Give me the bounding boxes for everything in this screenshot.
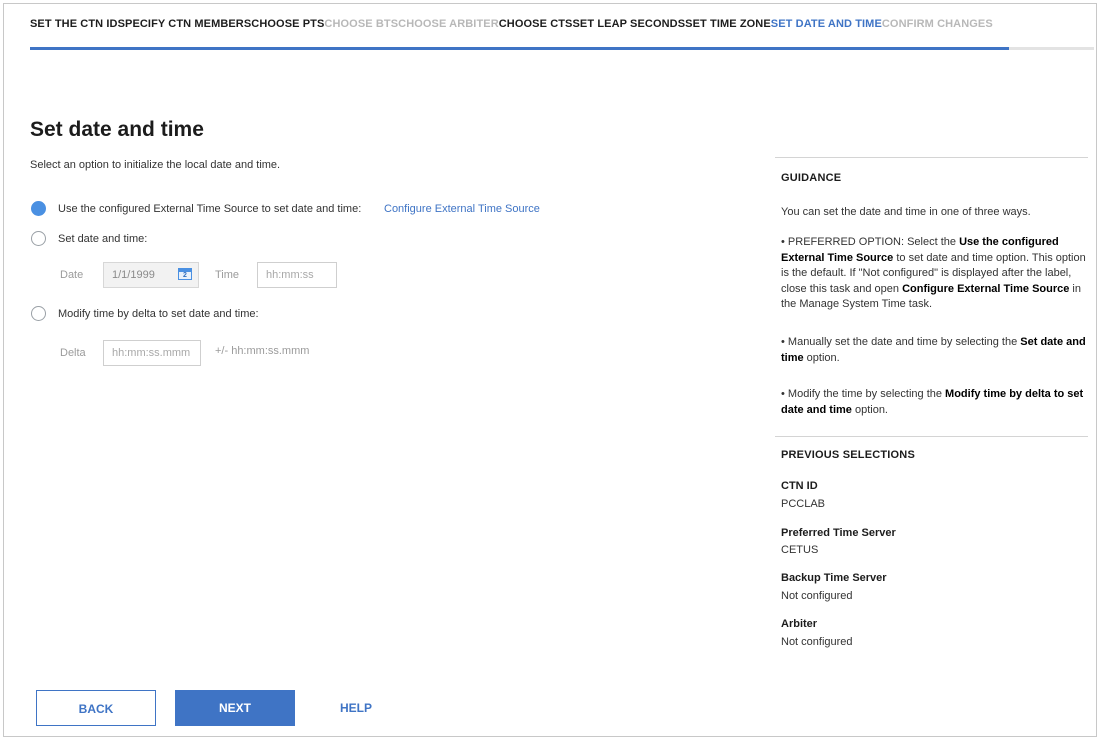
page-title: Set date and time xyxy=(30,118,204,141)
step-confirm-changes: CONFIRM CHANGES xyxy=(881,18,993,30)
back-button[interactable]: BACK xyxy=(36,690,156,726)
calendar-icon-glyph: 2 xyxy=(183,272,187,279)
guidance-p2-a: • Manually set the date and time by sele… xyxy=(781,336,1021,348)
guidance-p3-c: option. xyxy=(851,403,888,416)
radio-modify-time-by-delta[interactable] xyxy=(31,306,46,321)
delta-label: Delta xyxy=(60,347,86,359)
configure-external-time-source-link[interactable]: Configure External Time Source xyxy=(384,203,540,215)
guidance-divider xyxy=(775,157,1088,158)
previous-selections-heading: PREVIOUS SELECTIONS xyxy=(781,449,915,461)
progress-bar-fill xyxy=(30,47,1009,50)
previous-divider xyxy=(775,436,1088,437)
guidance-heading: GUIDANCE xyxy=(781,172,842,184)
guidance-delta-option: • Modify the time by selecting the Modif… xyxy=(781,387,1088,418)
radio-use-external-time-source[interactable] xyxy=(31,201,46,216)
guidance-p3-a: • Modify the time by selecting the xyxy=(781,388,946,400)
guidance-preferred-option: • PREFERRED OPTION: Select the Use the c… xyxy=(781,235,1088,313)
calendar-icon[interactable]: 2 xyxy=(178,268,192,280)
step-choose-cts[interactable]: CHOOSE CTS xyxy=(499,18,573,30)
ctn-id-value: PCCLAB xyxy=(781,498,826,510)
step-choose-pts[interactable]: CHOOSE PTS xyxy=(251,18,324,30)
time-label: Time xyxy=(215,269,240,281)
progress-bar xyxy=(30,47,1094,50)
backup-time-server-value: Not configured xyxy=(781,590,853,602)
guidance-p2-c: option. xyxy=(803,351,840,364)
time-field[interactable] xyxy=(257,262,337,288)
guidance-manual-option: • Manually set the date and time by sele… xyxy=(781,335,1088,366)
option-label-delta: Modify time by delta to set date and tim… xyxy=(58,308,259,320)
preferred-time-server-value: CETUS xyxy=(781,544,819,556)
help-button[interactable]: HELP xyxy=(340,690,410,726)
step-set-time-zone[interactable]: SET TIME ZONE xyxy=(685,18,771,30)
step-specify-ctn-members[interactable]: SPECIFY CTN MEMBERS xyxy=(118,18,252,30)
step-set-date-and-time[interactable]: SET DATE AND TIME xyxy=(771,18,882,30)
intro-text: Select an option to initialize the local… xyxy=(30,159,281,171)
backup-time-server-label: Backup Time Server xyxy=(781,572,887,584)
step-set-leap-seconds[interactable]: SET LEAP SECONDS xyxy=(573,18,686,30)
wizard-steps: SET THE CTN ID SPECIFY CTN MEMBERS CHOOS… xyxy=(30,18,993,30)
ctn-id-label: CTN ID xyxy=(781,480,818,492)
guidance-p1-a: • PREFERRED OPTION: Select the xyxy=(781,236,960,248)
delta-hint: +/- hh:mm:ss.mmm xyxy=(215,345,310,357)
guidance-intro: You can set the date and time in one of … xyxy=(781,206,1031,218)
preferred-time-server-label: Preferred Time Server xyxy=(781,527,896,539)
step-choose-arbiter: CHOOSE ARBITER xyxy=(398,18,499,30)
date-label: Date xyxy=(60,269,84,281)
delta-field[interactable] xyxy=(103,340,201,366)
arbiter-value: Not configured xyxy=(781,636,853,648)
arbiter-label: Arbiter xyxy=(781,618,818,630)
radio-set-date-and-time[interactable] xyxy=(31,231,46,246)
next-button[interactable]: NEXT xyxy=(175,690,295,726)
step-choose-bts: CHOOSE BTS xyxy=(324,18,399,30)
option-label-external: Use the configured External Time Source … xyxy=(58,203,362,215)
step-set-ctn-id[interactable]: SET THE CTN ID xyxy=(30,18,118,30)
option-label-set: Set date and time: xyxy=(58,233,148,245)
guidance-p1-d: Configure External Time Source xyxy=(902,282,1070,295)
